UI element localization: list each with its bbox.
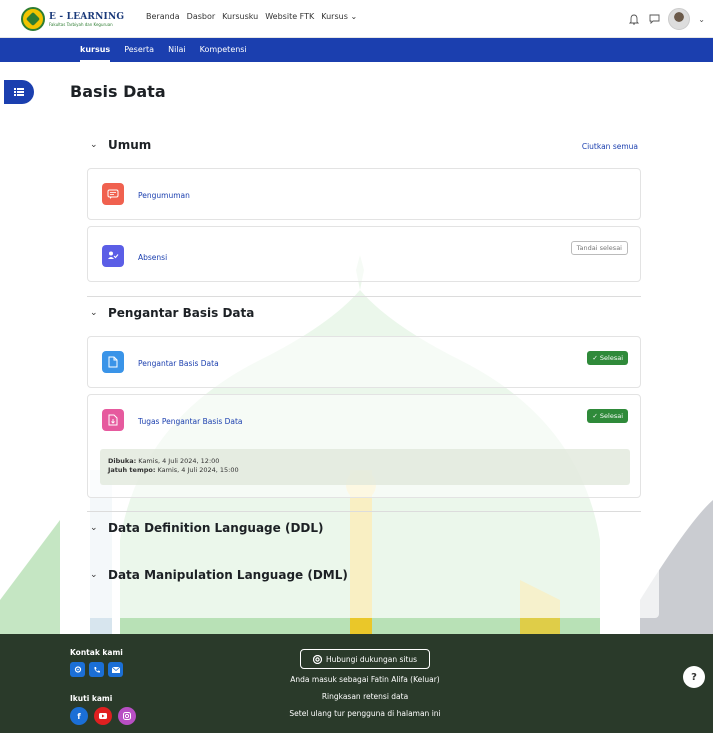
section-header-pengantar[interactable]: ⌄ Pengantar Basis Data [90, 306, 254, 320]
activity-link[interactable]: Pengantar Basis Data [138, 359, 219, 368]
course-secondary-nav: kursus Peserta Nilai Kompetensi [0, 38, 713, 62]
activity-pengumuman: Pengumuman [87, 168, 641, 220]
bell-icon[interactable] [628, 13, 640, 25]
tab-nilai[interactable]: Nilai [168, 38, 186, 62]
completion-badge: ✓ Selesai [587, 351, 628, 365]
location-icon[interactable] [70, 662, 85, 677]
chevron-down-icon: ⌄ [90, 570, 98, 580]
activity-absensi: Absensi Tandai selesai [87, 226, 641, 282]
chevron-down-icon: ⌄ [350, 12, 358, 21]
file-icon [102, 351, 124, 373]
section-title: Data Manipulation Language (DML) [108, 568, 348, 582]
section-title: Umum [108, 138, 152, 152]
tab-kursus[interactable]: kursus [80, 38, 111, 62]
site-logo[interactable]: E - LEARNING Fakultas Tarbiyah dan Kegur… [21, 5, 141, 33]
logo-subtitle: Fakultas Tarbiyah dan Keguruan [49, 21, 113, 27]
instagram-icon[interactable] [118, 707, 136, 725]
tab-peserta[interactable]: Peserta [124, 38, 154, 62]
primary-nav: Beranda Dasbor Kursusku Website FTK Kurs… [146, 12, 357, 21]
activity-dates: Dibuka: Kamis, 4 Juli 2024, 12:00 Jatuh … [100, 449, 630, 485]
section-divider [87, 296, 641, 297]
page-title: Basis Data [70, 82, 166, 101]
attendance-icon [102, 245, 124, 267]
section-header-dml[interactable]: ⌄ Data Manipulation Language (DML) [90, 568, 348, 582]
chevron-down-icon: ⌄ [90, 308, 98, 318]
collapse-all-link[interactable]: Ciutkan semua [582, 142, 638, 151]
chevron-down-icon[interactable]: ⌄ [698, 15, 705, 24]
contact-label: Kontak kami [70, 648, 123, 657]
logo-emblem-icon [21, 7, 45, 31]
course-index-toggle-button[interactable] [4, 80, 34, 104]
nav-beranda[interactable]: Beranda [146, 12, 180, 21]
activity-pengantar-basis-data: Pengantar Basis Data ✓ Selesai [87, 336, 641, 388]
lifebuoy-icon [312, 654, 322, 664]
nav-kursus-dropdown[interactable]: Kursus ⌄ [321, 12, 357, 21]
chat-icon[interactable] [648, 13, 660, 25]
section-title: Data Definition Language (DDL) [108, 521, 324, 535]
activity-link[interactable]: Tugas Pengantar Basis Data [138, 417, 243, 426]
mark-done-button[interactable]: Tandai selesai [570, 241, 628, 255]
logo-title: E - LEARNING [49, 11, 125, 22]
follow-label: Ikuti kami [70, 694, 113, 703]
tab-kompetensi[interactable]: Kompetensi [200, 38, 247, 62]
forum-icon [102, 183, 124, 205]
section-title: Pengantar Basis Data [108, 306, 255, 320]
nav-dasbor[interactable]: Dasbor [187, 12, 216, 21]
help-button[interactable]: ? [683, 666, 705, 688]
email-icon[interactable] [108, 662, 123, 677]
phone-icon[interactable] [89, 662, 104, 677]
activity-link[interactable]: Absensi [138, 253, 167, 262]
youtube-icon[interactable] [94, 707, 112, 725]
nav-website-ftk[interactable]: Website FTK [265, 12, 314, 21]
nav-kursusku[interactable]: Kursusku [222, 12, 258, 21]
top-navbar: E - LEARNING Fakultas Tarbiyah dan Kegur… [0, 0, 713, 38]
completion-badge: ✓ Selesai [587, 409, 628, 423]
section-header-umum[interactable]: ⌄ Umum [90, 138, 151, 152]
facebook-icon[interactable]: f [70, 707, 88, 725]
user-menu-area: ⌄ [628, 8, 705, 30]
contact-support-button[interactable]: Hubungi dukungan situs [300, 649, 430, 669]
section-header-ddl[interactable]: ⌄ Data Definition Language (DDL) [90, 521, 324, 535]
activity-tugas-pengantar: Tugas Pengantar Basis Data ✓ Selesai Dib… [87, 394, 641, 498]
chevron-down-icon: ⌄ [90, 140, 98, 150]
data-retention-link[interactable]: Ringkasan retensi data [250, 692, 480, 701]
reset-tour-link[interactable]: Setel ulang tur pengguna di halaman ini [250, 709, 480, 718]
list-icon [14, 88, 24, 96]
avatar[interactable] [668, 8, 691, 30]
section-divider [87, 511, 641, 512]
chevron-down-icon: ⌄ [90, 523, 98, 533]
page-footer: Kontak kami Ikuti kami f Hubungi dukunga… [0, 634, 713, 733]
logged-in-info[interactable]: Anda masuk sebagai Fatin Alifa (Keluar) [250, 675, 480, 684]
activity-link[interactable]: Pengumuman [138, 191, 190, 200]
assignment-icon [102, 409, 124, 431]
